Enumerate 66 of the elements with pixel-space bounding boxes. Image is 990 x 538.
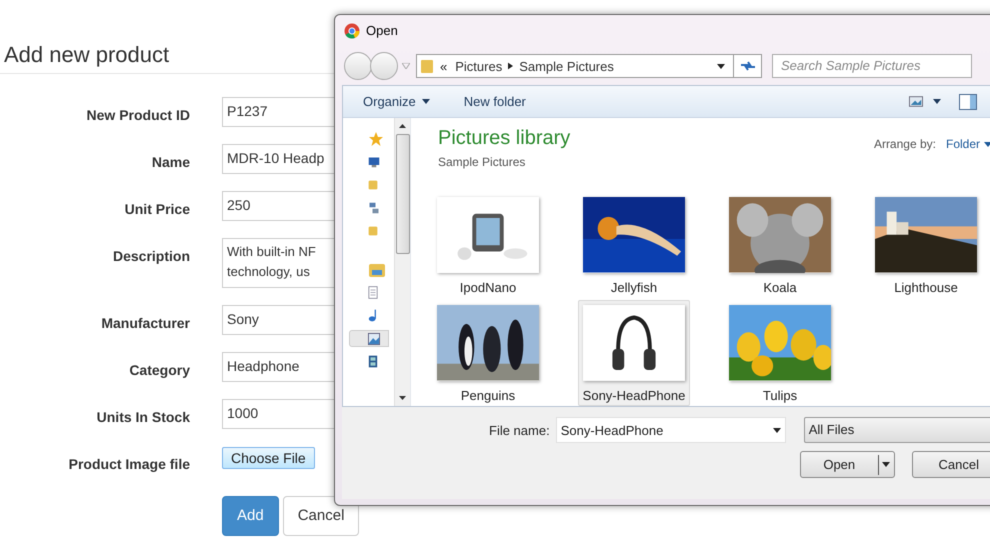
- open-button[interactable]: Open: [800, 451, 894, 478]
- view-icon[interactable]: [909, 96, 923, 108]
- caret-down-icon: [882, 462, 890, 468]
- preview-pane-icon[interactable]: [959, 94, 977, 110]
- field-label: Unit Price: [124, 200, 190, 219]
- file-name: Koala: [763, 278, 797, 297]
- folder-icon: [420, 58, 434, 74]
- file-item[interactable]: Penguins: [432, 300, 544, 406]
- field-label: Units In Stock: [96, 408, 190, 427]
- choose-file-button[interactable]: Choose File: [222, 447, 315, 469]
- chevron-right-icon: [508, 62, 514, 70]
- arrange-label: Arrange by:: [874, 136, 936, 154]
- file-item[interactable]: Lighthouse: [870, 192, 982, 298]
- breadcrumb-overflow[interactable]: «: [440, 56, 448, 76]
- breadcrumb-item[interactable]: Pictures: [455, 56, 502, 76]
- address-bar[interactable]: « Pictures Sample Pictures: [416, 54, 762, 78]
- image-icon: [368, 332, 380, 345]
- caret-down-icon: [772, 428, 781, 433]
- scroll-up-icon[interactable]: [399, 124, 406, 128]
- field-label: Name: [152, 153, 190, 172]
- search-field[interactable]: Search Sample Pictures: [772, 54, 972, 78]
- network-icon: [368, 200, 380, 215]
- field-label: New Product ID: [86, 106, 190, 125]
- cancel-button[interactable]: Cancel: [282, 496, 360, 536]
- file-name: Penguins: [460, 386, 516, 405]
- refresh-icon: [740, 60, 756, 72]
- library-icon: [368, 262, 386, 278]
- cancel-button[interactable]: Cancel: [912, 451, 990, 478]
- file-type-dropdown[interactable]: All Files: [804, 417, 990, 444]
- caret-down-icon: [422, 99, 430, 104]
- film-icon: [368, 354, 378, 370]
- nav-item[interactable]: [348, 330, 389, 348]
- caret-down-icon[interactable]: [717, 64, 725, 69]
- new-folder-button[interactable]: New folder: [464, 92, 526, 112]
- monitor-icon: [368, 154, 380, 169]
- field-label: Manufacturer: [101, 314, 190, 333]
- file-name: Tulips: [762, 386, 798, 405]
- field-label: Category: [129, 361, 190, 380]
- file-name: Jellyfish: [610, 278, 658, 297]
- page-title: Add new product: [4, 41, 170, 69]
- file-item[interactable]: Sony-HeadPhone: [578, 300, 690, 406]
- document-icon: [368, 285, 378, 300]
- add-button[interactable]: Add: [222, 496, 279, 536]
- caret-down-icon: [984, 142, 990, 147]
- library-subtitle: Sample Pictures: [438, 154, 526, 172]
- file-item[interactable]: Koala: [724, 192, 836, 298]
- file-name: Sony-HeadPhone: [582, 386, 686, 405]
- caret-down-icon[interactable]: [933, 99, 941, 104]
- file-item[interactable]: Jellyfish: [578, 192, 690, 298]
- field-label: Description: [112, 247, 190, 266]
- library-title: Pictures library: [438, 126, 570, 150]
- star-icon: [368, 130, 384, 147]
- dialog-title: Open: [366, 22, 398, 40]
- file-name-field[interactable]: Sony-HeadPhone: [556, 417, 786, 444]
- music-note-icon: [368, 308, 378, 324]
- scrollbar[interactable]: [394, 118, 410, 406]
- field-label: Product Image file: [68, 455, 190, 474]
- file-name: IpodNano: [460, 278, 516, 297]
- caret-down-icon: [402, 63, 410, 70]
- app-icon: [344, 23, 360, 40]
- arrange-dropdown[interactable]: Folder: [946, 135, 990, 154]
- file-name-label: File name:: [489, 422, 550, 440]
- file-item[interactable]: Tulips: [724, 300, 836, 406]
- file-name: Lighthouse: [894, 278, 958, 297]
- breadcrumb-item[interactable]: Sample Pictures: [519, 56, 614, 76]
- file-item[interactable]: IpodNano: [432, 192, 544, 298]
